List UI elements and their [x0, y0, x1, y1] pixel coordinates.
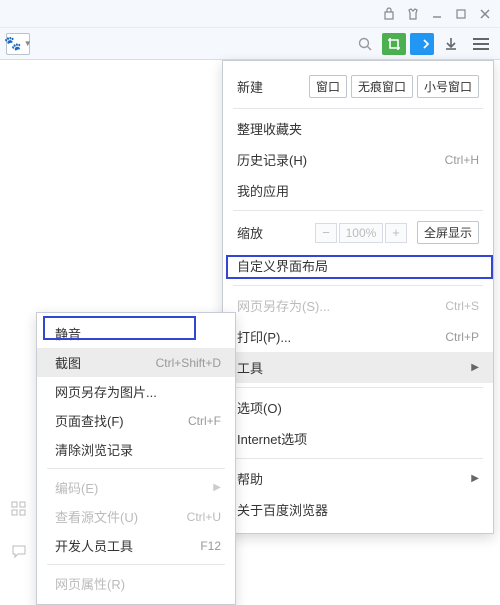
chevron-right-icon: ▶ [471, 362, 479, 373]
titlebar [0, 0, 500, 28]
submenu-encoding[interactable]: 编码(E)▶ [37, 473, 235, 502]
maximize-icon[interactable] [452, 5, 470, 23]
menu-save-as[interactable]: 网页另存为(S)...Ctrl+S [223, 290, 493, 321]
chevron-right-icon: ▶ [471, 473, 479, 484]
window-button[interactable]: 窗口 [309, 75, 347, 98]
menu-history[interactable]: 历史记录(H)Ctrl+H [223, 144, 493, 175]
submenu-devtools[interactable]: 开发人员工具F12 [37, 531, 235, 560]
incognito-button[interactable]: 无痕窗口 [351, 75, 413, 98]
grid-icon[interactable] [8, 498, 30, 520]
toolbar: 🐾 ▼ [0, 28, 500, 60]
menu-help[interactable]: 帮助▶ [223, 463, 493, 494]
minimize-icon[interactable] [428, 5, 446, 23]
menu-internet-options[interactable]: Internet选项 [223, 423, 493, 454]
submenu-clear-data[interactable]: 清除浏览记录 [37, 435, 235, 464]
chevron-down-icon: ▼ [24, 39, 32, 48]
zoom-in-button[interactable]: + [385, 223, 407, 243]
menu-custom-layout[interactable]: 自定义界面布局 [223, 250, 493, 281]
menu-about[interactable]: 关于百度浏览器 [223, 494, 493, 525]
search-icon[interactable] [352, 32, 378, 56]
close-icon[interactable] [476, 5, 494, 23]
home-button[interactable]: 🐾 ▼ [6, 33, 30, 55]
shirt-icon[interactable] [404, 5, 422, 23]
crop-icon[interactable] [382, 33, 406, 55]
content-area: 新建 窗口 无痕窗口 小号窗口 整理收藏夹 历史记录(H)Ctrl+H 我的应用… [0, 60, 500, 582]
menu-new: 新建 窗口 无痕窗口 小号窗口 [223, 69, 493, 104]
zoom-value: 100% [339, 223, 383, 243]
menu-print[interactable]: 打印(P)...Ctrl+P [223, 321, 493, 352]
menu-tools[interactable]: 工具▶ [223, 352, 493, 383]
submenu-page-props[interactable]: 网页属性(R) [37, 569, 235, 598]
tools-submenu: 静音 截图Ctrl+Shift+D 网页另存为图片... 页面查找(F)Ctrl… [36, 312, 236, 605]
menu-label: 新建 [237, 77, 309, 96]
submenu-mute[interactable]: 静音 [37, 319, 235, 348]
submenu-view-source[interactable]: 查看源文件(U)Ctrl+U [37, 502, 235, 531]
chevron-right-icon: ▶ [213, 482, 221, 493]
bag-icon[interactable] [380, 5, 398, 23]
main-menu: 新建 窗口 无痕窗口 小号窗口 整理收藏夹 历史记录(H)Ctrl+H 我的应用… [222, 60, 494, 534]
code-icon[interactable] [410, 33, 434, 55]
chat-icon[interactable] [8, 540, 30, 562]
small-window-button[interactable]: 小号窗口 [417, 75, 479, 98]
submenu-screenshot[interactable]: 截图Ctrl+Shift+D [37, 348, 235, 377]
menu-icon[interactable] [468, 32, 494, 56]
paw-icon: 🐾 [4, 35, 21, 52]
fullscreen-button[interactable]: 全屏显示 [417, 221, 479, 244]
submenu-find[interactable]: 页面查找(F)Ctrl+F [37, 406, 235, 435]
left-dock [8, 498, 30, 562]
download-icon[interactable] [438, 32, 464, 56]
zoom-out-button[interactable]: − [315, 223, 337, 243]
menu-myapps[interactable]: 我的应用 [223, 175, 493, 206]
menu-bookmarks[interactable]: 整理收藏夹 [223, 113, 493, 144]
menu-zoom: 缩放 − 100% + 全屏显示 [223, 215, 493, 250]
submenu-save-as-image[interactable]: 网页另存为图片... [37, 377, 235, 406]
menu-options[interactable]: 选项(O) [223, 392, 493, 423]
